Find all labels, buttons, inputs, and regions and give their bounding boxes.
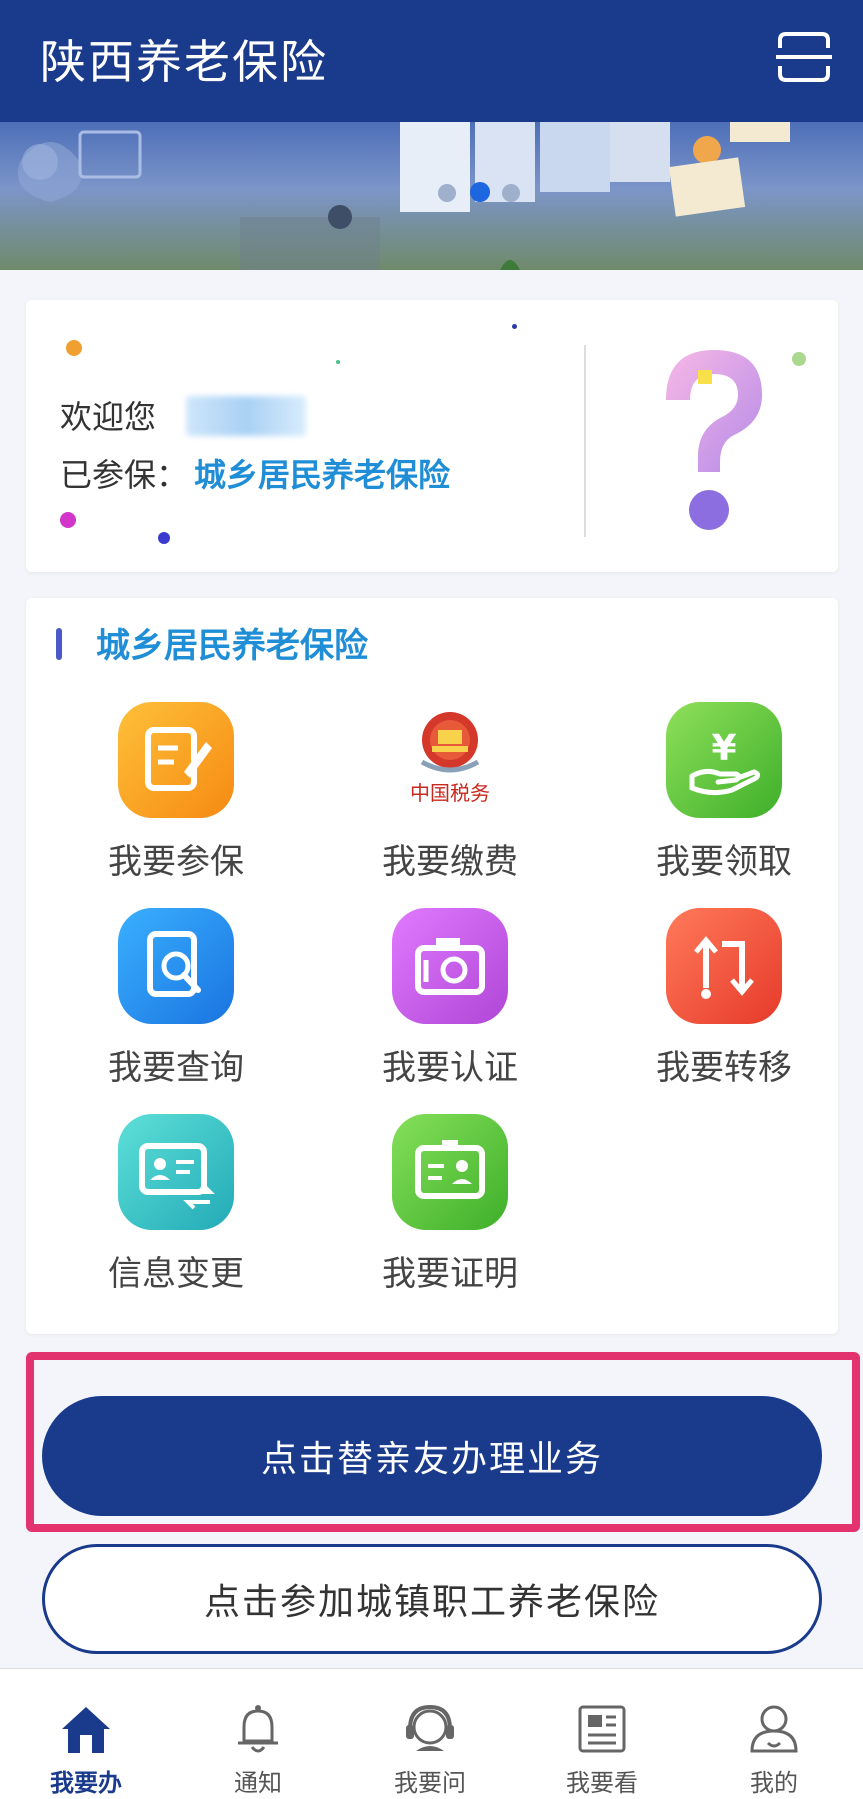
- promo-banner[interactable]: [0, 122, 863, 270]
- service-label: 信息变更: [108, 1254, 244, 1294]
- service-query[interactable]: 我要查询: [58, 908, 298, 1108]
- service-certify[interactable]: 我要认证: [332, 908, 572, 1108]
- yen-hand-icon: ¥: [666, 702, 782, 818]
- service-label: 我要证明: [382, 1254, 518, 1294]
- app-title: 陕西养老保险: [40, 35, 328, 89]
- tax-emblem-icon: 中国税务: [392, 702, 508, 818]
- insured-plan-name: 城乡居民养老保险: [194, 456, 451, 494]
- nav-label: 我要办: [50, 1769, 122, 1797]
- banner-illustration: [18, 122, 790, 270]
- camera-icon: [392, 908, 508, 1024]
- greeting-label: 欢迎您: [60, 398, 157, 436]
- search-document-icon: [118, 908, 234, 1024]
- service-label: 我要领取: [656, 842, 792, 882]
- service-label: 我要认证: [382, 1048, 518, 1088]
- nav-item-handle[interactable]: 我要办: [0, 1669, 172, 1799]
- proxy-handle-button[interactable]: 点击替亲友办理业务: [42, 1396, 822, 1516]
- confetti-dot: [66, 340, 82, 356]
- service-label: 我要缴费: [382, 842, 518, 882]
- nav-label: 通知: [234, 1769, 282, 1797]
- service-info-change[interactable]: 信息变更: [58, 1114, 298, 1314]
- bell-icon: [238, 1705, 278, 1753]
- service-label: 我要转移: [656, 1048, 792, 1088]
- service-certificate[interactable]: 我要证明: [332, 1114, 572, 1314]
- welcome-card: 欢迎您 已参保： 城乡居民养老保险: [26, 300, 838, 572]
- scan-icon[interactable]: [776, 30, 832, 84]
- confetti-dot: [158, 532, 170, 544]
- id-card-change-icon: [118, 1114, 234, 1230]
- bottom-navigation: 我要办 通知 我要问 我要看 我的: [0, 1668, 863, 1799]
- nav-item-notice[interactable]: 通知: [172, 1669, 344, 1799]
- service-label: 我要查询: [108, 1048, 244, 1088]
- banner-dot[interactable]: [502, 184, 520, 202]
- insured-label: 已参保：: [60, 456, 189, 494]
- confetti-dot: [60, 512, 76, 528]
- service-transfer[interactable]: 我要转移: [606, 908, 846, 1108]
- banner-dot[interactable]: [438, 184, 456, 202]
- app-header: 陕西养老保险: [0, 0, 863, 122]
- user-icon: [750, 1705, 798, 1753]
- nav-label: 我要看: [566, 1769, 638, 1797]
- section-accent-bar: [56, 628, 62, 660]
- nav-label: 我要问: [394, 1769, 466, 1797]
- service-enroll[interactable]: 我要参保: [58, 702, 298, 902]
- user-name-redacted: [186, 396, 306, 436]
- join-urban-pension-button[interactable]: 点击参加城镇职工养老保险: [42, 1544, 822, 1654]
- edit-document-icon: [118, 702, 234, 818]
- transfer-icon: [666, 908, 782, 1024]
- service-pay[interactable]: 中国税务 我要缴费: [332, 702, 572, 902]
- news-icon: [578, 1705, 626, 1753]
- customer-service-icon: [406, 1704, 454, 1751]
- confetti-dot: [512, 324, 517, 329]
- service-label: 我要参保: [108, 842, 244, 882]
- home-icon: [62, 1707, 110, 1753]
- nav-item-mine[interactable]: 我的: [688, 1669, 860, 1799]
- confetti-dot: [792, 352, 806, 366]
- nav-label: 我的: [750, 1769, 798, 1797]
- nav-item-view[interactable]: 我要看: [516, 1669, 688, 1799]
- banner-dot-active[interactable]: [470, 182, 490, 202]
- question-mark-icon[interactable]: [654, 340, 774, 540]
- confetti-dot: [336, 360, 340, 364]
- vertical-divider: [584, 345, 586, 537]
- section-title: 城乡居民养老保险: [96, 626, 368, 666]
- services-card: 城乡居民养老保险 我要参保 中国税务 我要缴费 ¥ 我要领取 我要查询 我要认证…: [26, 598, 838, 1334]
- svg-text:中国税务: 中国税务: [410, 781, 490, 805]
- service-receive[interactable]: ¥ 我要领取: [606, 702, 846, 902]
- nav-item-ask[interactable]: 我要问: [344, 1669, 516, 1799]
- svg-text:¥: ¥: [711, 728, 736, 769]
- id-badge-icon: [392, 1114, 508, 1230]
